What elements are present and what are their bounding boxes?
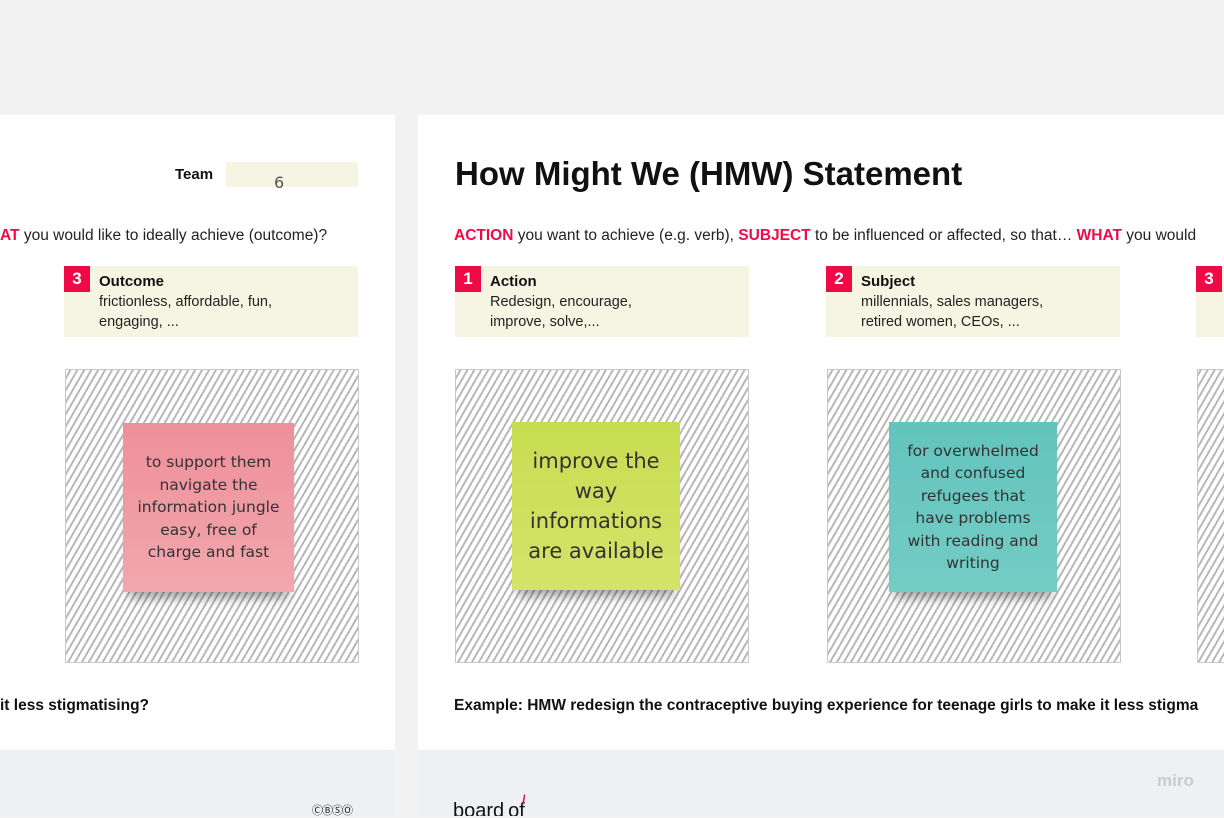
example-statement-tail: it less stigmatising? bbox=[0, 697, 150, 714]
team-label: Team bbox=[175, 166, 214, 183]
subject-title: Subject bbox=[861, 273, 916, 290]
outcome-description-line1: frictionless, affordable, fun, bbox=[99, 294, 273, 310]
question-keyword-what: AT bbox=[0, 227, 20, 244]
outcome-number-badge-partial: 3 bbox=[1196, 266, 1222, 292]
keyword-what: WHAT bbox=[1076, 227, 1122, 244]
subject-sticky-note[interactable]: for overwhelmed and confused refugees th… bbox=[889, 422, 1057, 592]
outcome-sticky-text: to support them navigate the information… bbox=[137, 453, 280, 562]
outcome-description-line2: engaging, ... bbox=[99, 314, 179, 330]
question-text: you would like to ideally achieve (outco… bbox=[19, 227, 328, 244]
subject-number-badge: 2 bbox=[826, 266, 852, 292]
team-number-value: 6 bbox=[274, 173, 285, 192]
outcome-question: AT you would like to ideally achieve (ou… bbox=[0, 227, 327, 245]
subject-description-line2: retired women, CEOs, ... bbox=[861, 314, 1020, 330]
page-title: How Might We (HMW) Statement bbox=[455, 155, 963, 192]
action-description-line2: improve, solve,... bbox=[490, 314, 600, 330]
outcome-number-badge: 3 bbox=[64, 266, 90, 292]
logo-text: board bbox=[453, 800, 505, 816]
board-of-logo: boardof / bbox=[453, 792, 525, 816]
action-sticky-note[interactable]: improve the way informations are availab… bbox=[512, 422, 680, 590]
subject-sticky-text: for overwhelmed and confused refugees th… bbox=[907, 441, 1039, 573]
outcome-sticky-note[interactable]: to support them navigate the information… bbox=[123, 423, 294, 592]
keyword-action: ACTION bbox=[454, 227, 514, 244]
action-title: Action bbox=[490, 273, 537, 290]
keyword-subject: SUBJECT bbox=[738, 227, 811, 244]
subject-description-line1: millennials, sales managers, bbox=[861, 294, 1044, 310]
hmw-question: ACTION you want to achieve (e.g. verb), … bbox=[454, 227, 1196, 245]
action-number-badge: 1 bbox=[455, 266, 481, 292]
miro-watermark: miro bbox=[1157, 771, 1194, 790]
outcome-drop-area-partial[interactable] bbox=[1197, 369, 1224, 663]
question-text-2: to be influenced or affected, so that… bbox=[810, 227, 1077, 244]
question-text-1: you want to achieve (e.g. verb), bbox=[513, 227, 739, 244]
team-number-field[interactable]: 6 bbox=[226, 162, 358, 192]
example-statement: Example: HMW redesign the contraceptive … bbox=[454, 697, 1199, 714]
action-description-line1: Redesign, encourage, bbox=[490, 294, 632, 310]
action-sticky-text: improve the way informations are availab… bbox=[528, 449, 664, 563]
outcome-title: Outcome bbox=[99, 273, 165, 290]
logo-slash-mark: / bbox=[522, 792, 525, 807]
question-text-3: you would bbox=[1121, 227, 1197, 244]
hmw-panel-footer bbox=[418, 750, 1224, 816]
